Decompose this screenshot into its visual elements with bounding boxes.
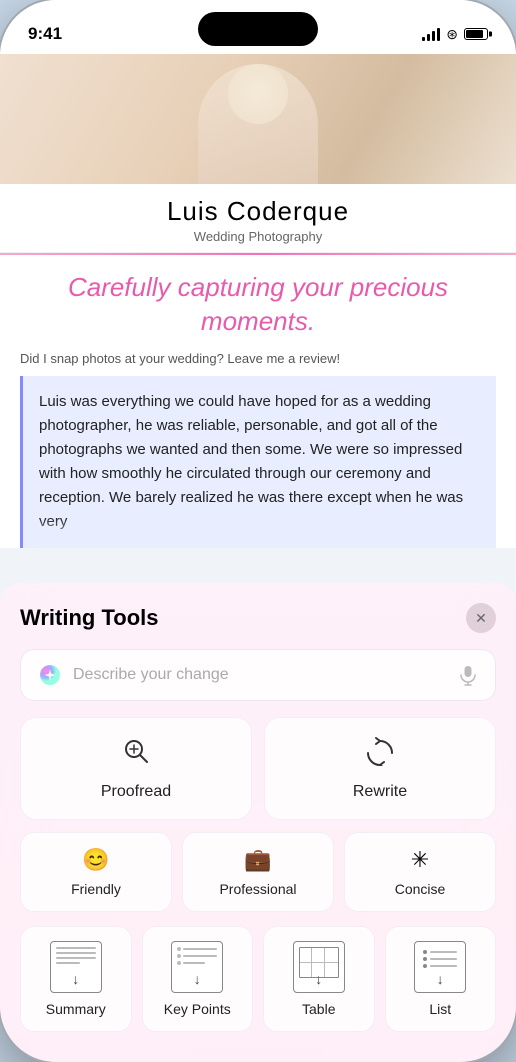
wifi-icon: ⊛ — [446, 26, 458, 43]
website-content: Luis Coderque Wedding Photography Carefu… — [0, 54, 516, 548]
ai-sparkle-icon — [37, 662, 63, 688]
summary-button[interactable]: ↓ Summary — [20, 926, 132, 1032]
selected-text-area: Luis was everything we could have hoped … — [20, 376, 496, 548]
hero-tagline: Carefully capturing your precious moment… — [0, 255, 516, 347]
describe-placeholder: Describe your change — [73, 666, 447, 684]
describe-input-container[interactable]: Describe your change — [20, 649, 496, 701]
proofread-button[interactable]: Proofread — [20, 717, 252, 820]
rewrite-label: Rewrite — [353, 783, 407, 801]
list-button[interactable]: ↓ List — [385, 926, 497, 1032]
key-points-button[interactable]: ↓ Key Points — [142, 926, 254, 1032]
main-actions: Proofread Rewrite — [20, 717, 496, 820]
status-icons: ⊛ — [422, 26, 488, 43]
review-prompt: Did I snap photos at your wedding? Leave… — [0, 347, 516, 376]
proofread-label: Proofread — [101, 783, 171, 801]
panel-header: Writing Tools ✕ — [20, 603, 496, 633]
phone-frame: 9:41 ⊛ Luis Coderque W — [0, 0, 516, 1062]
dynamic-island — [198, 12, 318, 46]
list-label: List — [429, 1001, 451, 1017]
concise-button[interactable]: ✳ Concise — [344, 832, 496, 912]
battery-icon — [464, 28, 488, 40]
table-label: Table — [302, 1001, 335, 1017]
rewrite-button[interactable]: Rewrite — [264, 717, 496, 820]
selected-text: Luis was everything we could have hoped … — [39, 393, 463, 530]
friendly-label: Friendly — [71, 881, 121, 897]
key-points-icon: ↓ — [171, 941, 223, 993]
status-time: 9:41 — [28, 24, 62, 44]
table-button[interactable]: ↓ Table — [263, 926, 375, 1032]
key-points-label: Key Points — [164, 1001, 231, 1017]
hero-tagline-text: Carefully capturing your precious moment… — [40, 271, 476, 339]
professional-label: Professional — [219, 881, 296, 897]
microphone-icon[interactable] — [457, 664, 479, 686]
site-name: Luis Coderque — [20, 196, 496, 227]
list-icon: ↓ — [414, 941, 466, 993]
proofread-icon — [121, 736, 151, 773]
format-actions: ↓ Summary — [20, 926, 496, 1032]
hero-image — [0, 54, 516, 184]
concise-label: Concise — [395, 881, 446, 897]
panel-title: Writing Tools — [20, 605, 159, 631]
site-header: Luis Coderque Wedding Photography — [0, 184, 516, 253]
concise-icon: ✳ — [411, 847, 429, 873]
status-bar: 9:41 ⊛ — [0, 0, 516, 54]
rewrite-icon — [365, 736, 395, 773]
summary-label: Summary — [46, 1001, 106, 1017]
professional-icon: 💼 — [244, 847, 271, 873]
table-icon: ↓ — [293, 941, 345, 993]
friendly-button[interactable]: 😊 Friendly — [20, 832, 172, 912]
professional-button[interactable]: 💼 Professional — [182, 832, 334, 912]
site-subtitle: Wedding Photography — [20, 229, 496, 244]
tone-actions: 😊 Friendly 💼 Professional ✳ Concise — [20, 832, 496, 912]
signal-bars-icon — [422, 27, 440, 41]
summary-icon: ↓ — [50, 941, 102, 993]
writing-tools-panel: Writing Tools ✕ Describe — [0, 583, 516, 1062]
close-button[interactable]: ✕ — [466, 603, 496, 633]
friendly-icon: 😊 — [82, 847, 109, 873]
